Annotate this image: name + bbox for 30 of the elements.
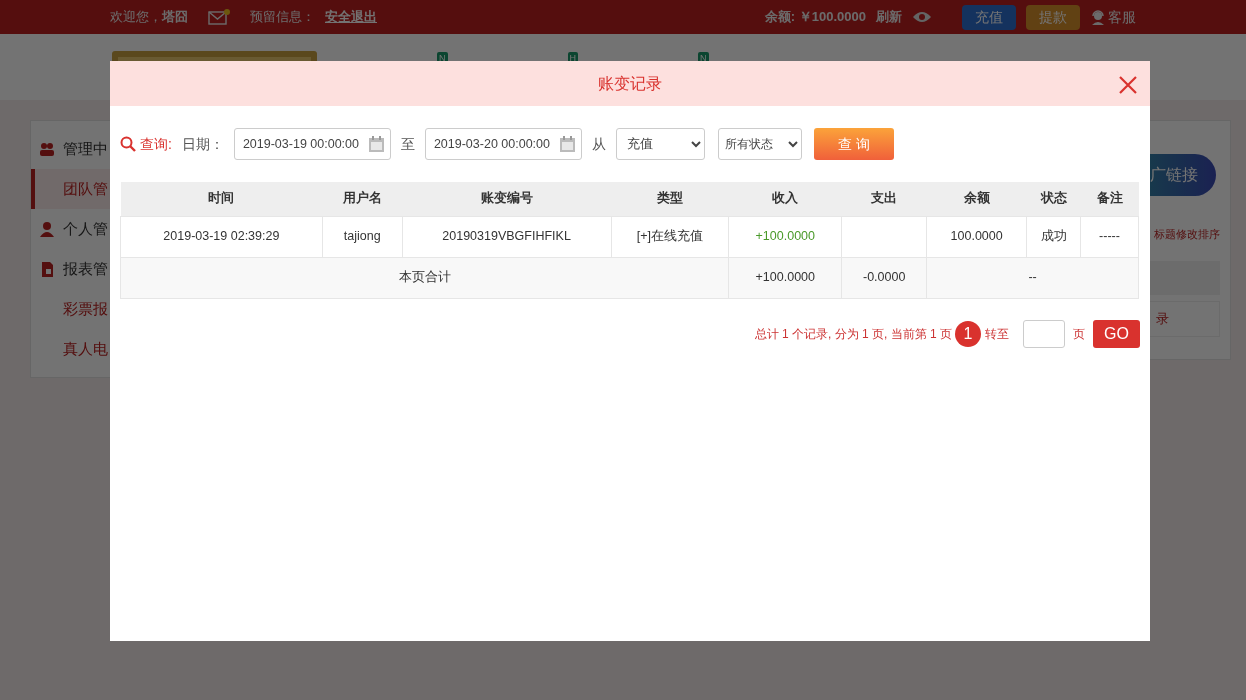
modal-title: 账变记录 xyxy=(598,73,662,94)
date-label: 日期： xyxy=(181,134,224,154)
from-label: 从 xyxy=(591,134,606,154)
column-header: 用户名 xyxy=(322,182,403,216)
table-cell: 成功 xyxy=(1026,216,1081,257)
total-cell: +100.0000 xyxy=(728,257,842,298)
table-cell: 2019-03-19 02:39:29 xyxy=(120,216,323,257)
table-cell: tajiong xyxy=(322,216,403,257)
table-cell: [+]在线充值 xyxy=(611,216,729,257)
column-header: 状态 xyxy=(1026,182,1081,216)
query-label: 查询: xyxy=(140,134,172,154)
column-header: 账变编号 xyxy=(402,182,611,216)
table-cell: +100.0000 xyxy=(728,216,842,257)
column-header: 收入 xyxy=(728,182,842,216)
total-cell: -0.0000 xyxy=(841,257,927,298)
total-cell: -- xyxy=(926,257,1139,298)
notice-label: 预留信息： xyxy=(250,8,315,27)
table-cell: ----- xyxy=(1080,216,1139,257)
column-header: 时间 xyxy=(120,182,323,216)
balance-text: 余额: ￥100.0000 xyxy=(764,8,866,27)
column-header: 支出 xyxy=(841,182,927,216)
welcome-text: 欢迎您， xyxy=(110,8,162,27)
range-separator: 至 xyxy=(400,134,415,154)
column-header: 类型 xyxy=(611,182,729,216)
column-header: 余额 xyxy=(926,182,1027,216)
column-header: 备注 xyxy=(1080,182,1139,216)
table-cell: 100.0000 xyxy=(926,216,1027,257)
username: 塔囧 xyxy=(162,8,188,27)
table-cell: 20190319VBGFIHFIKL xyxy=(402,216,611,257)
total-label: 本页合计 xyxy=(120,257,729,298)
